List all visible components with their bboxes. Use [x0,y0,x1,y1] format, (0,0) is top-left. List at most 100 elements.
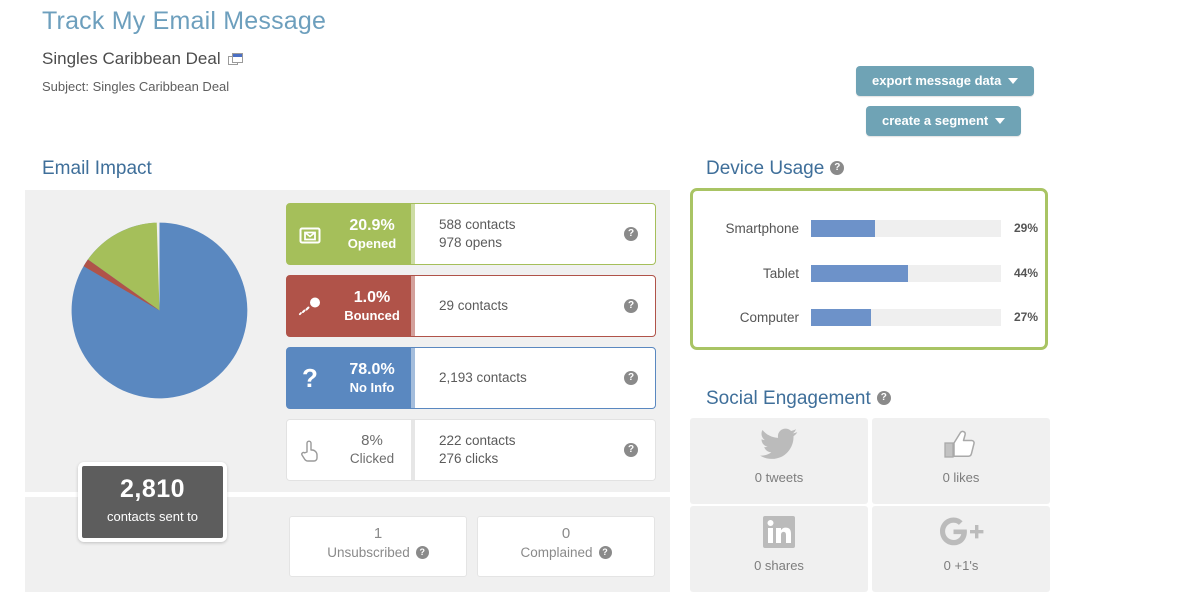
help-icon[interactable]: ? [624,443,638,457]
stat-row-bounced[interactable]: 1.0% Bounced 29 contacts ? [286,275,656,337]
social-card-label: 0 tweets [754,470,804,485]
device-row-smartphone: Smartphone 29% [693,219,1045,237]
complained-card[interactable]: 0 Complained? [477,516,655,577]
email-impact-pie-chart [67,218,267,418]
contacts-sent-label: contacts sent to [106,509,199,524]
complained-count: 0 [561,525,571,542]
stat-label: No Info [349,379,395,395]
device-bar-track [811,264,1001,282]
stat-label: Opened [347,235,397,251]
stat-label: Clicked [349,450,395,466]
stat-row-opened[interactable]: 20.9% Opened 588 contacts 978 opens ? [286,203,656,265]
unsubscribed-label: Unsubscribed [327,545,410,560]
social-card-label: 0 shares [754,558,804,573]
stat-percent: 8% [361,432,383,450]
question-mark-icon: ? [302,363,318,393]
help-icon[interactable]: ? [624,227,638,241]
thumbs-up-glyph [944,430,975,458]
help-icon[interactable]: ? [830,160,845,175]
device-label: Smartphone [725,220,799,236]
device-row-tablet: Tablet 44% [693,264,1045,282]
stat-row-bounced-detail: 29 contacts ? [415,276,655,336]
email-impact-heading: Email Impact [42,158,152,179]
device-label: Computer [739,309,799,325]
stat-detail-text: 29 contacts [439,297,508,315]
copy-windows-icon[interactable] [228,53,244,67]
stat-detail-text: 222 contacts 276 clicks [439,432,516,468]
open-envelope-glyph [299,227,321,244]
help-icon[interactable]: ? [598,545,612,559]
device-bar-track [811,219,1001,237]
device-usage-heading-label: Device Usage [706,158,825,179]
stat-percent: 20.9% [349,216,395,234]
social-card-likes[interactable]: 0 likes [872,418,1050,504]
social-card-label: 0 +1's [943,558,979,573]
stat-detail-text: 2,193 contacts [439,369,527,387]
chevron-down-icon [995,117,1006,124]
bouncing-ball-icon [287,296,333,316]
export-message-data-button[interactable]: export message data [856,66,1035,96]
copy-icon-front-window [232,53,243,63]
complained-label: Complained [520,545,593,560]
stat-row-clicked-detail: 222 contacts 276 clicks ? [415,420,655,480]
track-email-message-page: Track My Email Message Singles Caribbean… [0,0,1200,600]
linkedin-glyph [763,516,795,548]
pointing-hand-icon [287,438,333,462]
device-percent: 29% [1014,221,1039,235]
device-bar-fill [811,308,871,326]
social-engagement-heading: Social Engagement? [706,388,891,410]
stat-row-clicked-numbers: 8% Clicked [333,432,411,468]
device-label: Tablet [762,265,799,281]
help-icon[interactable]: ? [624,371,638,385]
stat-row-clicked[interactable]: 8% Clicked 222 contacts 276 clicks ? [286,419,656,481]
social-card-linkedin[interactable]: 0 shares [690,506,868,592]
device-row-computer: Computer 27% [693,308,1045,326]
export-button-label: export message data [872,73,1002,88]
twitter-bird-icon [690,418,868,470]
google-plus-glyph [940,517,984,546]
message-name: Singles Caribbean Deal [42,49,221,68]
unsubscribed-count: 1 [373,525,383,542]
device-bar-fill [811,219,875,237]
open-envelope-icon [287,223,333,245]
stat-detail-line1: 2,193 contacts [439,369,527,385]
contacts-sent-count: 2,810 [119,475,186,503]
device-bar-track [811,308,1001,326]
segment-button-label: create a segment [882,113,989,128]
social-card-googleplus[interactable]: 0 +1's [872,506,1050,592]
pie-chart-svg [71,222,248,399]
social-card-twitter[interactable]: 0 tweets [690,418,868,504]
unsubscribed-card[interactable]: 1 Unsubscribed? [289,516,467,577]
stat-label: Bounced [344,307,400,323]
stat-row-no-info[interactable]: ? 78.0% No Info 2,193 contacts ? [286,347,656,409]
stat-row-clicked-left: 8% Clicked [287,420,415,480]
device-percent: 27% [1014,310,1039,324]
stat-row-opened-detail: 588 contacts 978 opens ? [415,204,655,264]
device-bar-fill [811,264,908,282]
stat-detail-text: 588 contacts 978 opens [439,216,516,252]
stat-detail-line2: 978 opens [439,235,503,250]
create-a-segment-button[interactable]: create a segment [866,106,1022,136]
device-percent: 44% [1014,266,1039,280]
stat-row-bounced-left: 1.0% Bounced [287,276,415,336]
social-engagement-heading-label: Social Engagement [706,388,871,409]
help-icon[interactable]: ? [415,545,429,559]
stat-row-no-info-left: ? 78.0% No Info [287,348,415,408]
device-usage-panel: Smartphone 29% Tablet 44% Computer 27% [690,188,1048,350]
pointing-hand-glyph [301,440,318,462]
unsubscribed-label-row: Unsubscribed? [290,545,466,560]
help-icon[interactable]: ? [624,299,638,313]
thumbs-up-icon [872,418,1050,470]
page-title: Track My Email Message [42,7,327,35]
stat-detail-line1: 29 contacts [439,297,509,313]
google-plus-icon [872,506,1050,558]
bouncing-ball-glyph [298,297,320,316]
twitter-bird-glyph [760,428,798,459]
stat-row-opened-numbers: 20.9% Opened [333,216,411,252]
help-icon[interactable]: ? [876,390,891,405]
stat-detail-line1: 588 contacts [439,216,516,232]
stat-row-no-info-detail: 2,193 contacts ? [415,348,655,408]
stat-percent: 78.0% [349,360,395,378]
stat-percent: 1.0% [353,288,391,306]
message-subject: Subject: Singles Caribbean Deal [42,79,230,94]
